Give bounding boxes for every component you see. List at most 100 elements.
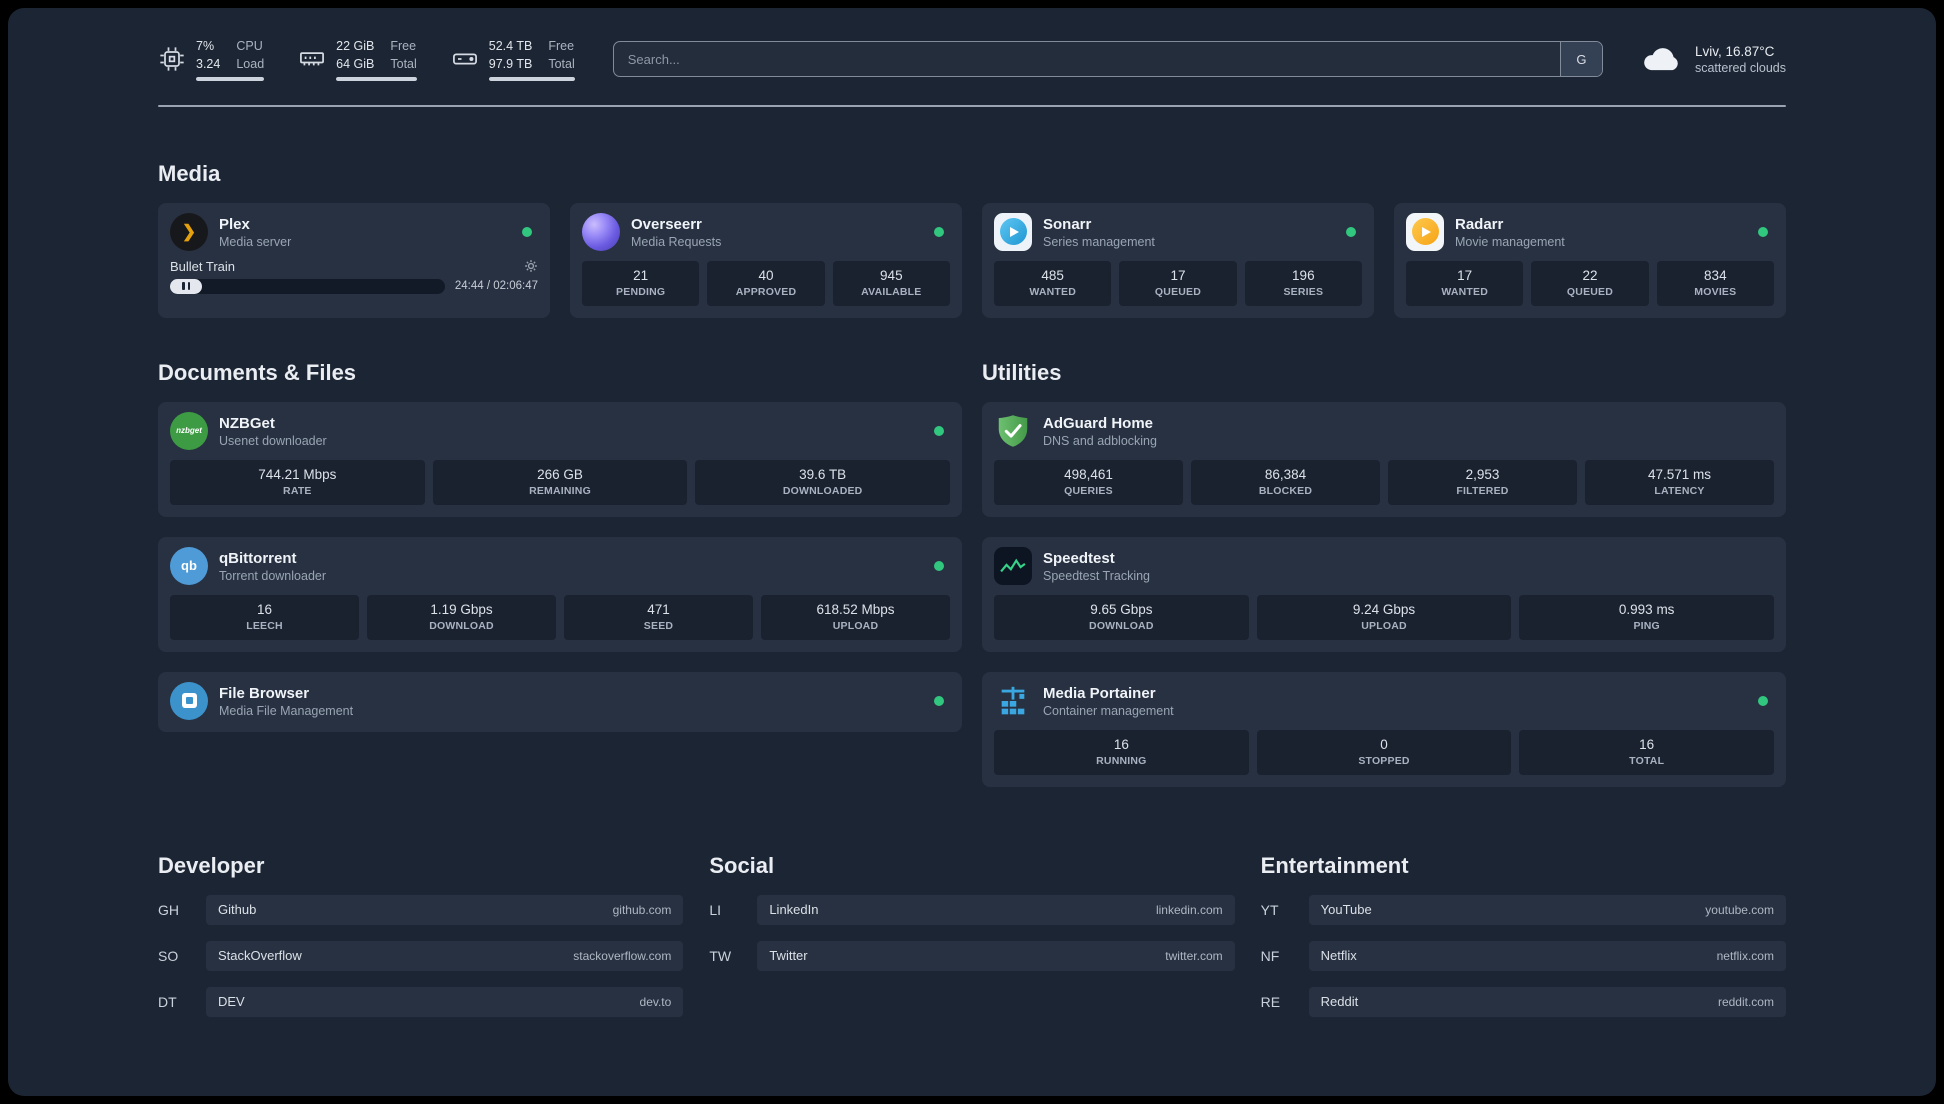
status-dot <box>934 560 944 571</box>
service-card-portainer[interactable]: Media Portainer Container management 16 … <box>982 671 1786 787</box>
bookmark-link[interactable]: YouTube youtube.com <box>1308 894 1786 925</box>
stat-tile: 22 QUEUED <box>1531 260 1649 306</box>
stat-label: AVAILABLE <box>861 285 922 298</box>
disk-meter <box>488 76 575 81</box>
section-title-media: Media <box>158 160 221 186</box>
stat-label: PING <box>1633 619 1660 632</box>
stat-label: BLOCKED <box>1258 484 1313 497</box>
memory-total-value: 64 GiB <box>336 56 375 71</box>
bookmark-abbr: RE <box>1260 993 1281 1010</box>
stat-label: WANTED <box>1441 285 1489 298</box>
status-dot <box>934 425 944 436</box>
stat-tile: 471 SEED <box>564 594 753 640</box>
service-description: Speedtest Tracking <box>1043 569 1151 583</box>
service-description: Series management <box>1043 235 1155 249</box>
stat-tile: 0 STOPPED <box>1256 729 1512 775</box>
stat-value: 498,461 <box>1064 466 1113 482</box>
disk-free-value: 52.4 TB <box>488 39 533 53</box>
stat-value: 17 <box>1170 267 1186 283</box>
settings-gear-icon[interactable] <box>524 259 538 273</box>
service-card-adguard[interactable]: AdGuard Home DNS and adblocking 498,461 … <box>982 401 1786 517</box>
stat-tile: 86,384 BLOCKED <box>1191 459 1380 505</box>
cpu-meter <box>196 76 265 81</box>
bookmark-linkedin: LI LinkedIn linkedin.com <box>709 894 1235 925</box>
stat-value: 0.993 ms <box>1618 601 1675 617</box>
status-dot <box>1346 226 1356 237</box>
status-dot <box>934 226 944 237</box>
stat-tile: 21 PENDING <box>582 260 700 306</box>
bookmark-abbr: GH <box>158 901 179 918</box>
stat-tile: 2,953 FILTERED <box>1388 459 1577 505</box>
service-card-sonarr[interactable]: Sonarr Series management 485 WANTED 17 Q… <box>982 202 1374 318</box>
status-dot <box>1758 226 1768 237</box>
stat-label: FILTERED <box>1456 484 1509 497</box>
stat-tile: 17 QUEUED <box>1119 260 1237 306</box>
stat-label: TOTAL <box>1629 754 1665 767</box>
cpu-usage-label: CPU <box>236 39 263 53</box>
playback-progress-bar[interactable] <box>170 278 445 294</box>
section-title-developer: Developer <box>158 852 265 878</box>
service-description: Torrent downloader <box>219 569 327 583</box>
bookmark-stackoverflow: SO StackOverflow stackoverflow.com <box>158 940 684 971</box>
service-card-speedtest[interactable]: Speedtest Speedtest Tracking 9.65 Gbps D… <box>982 536 1786 652</box>
stat-value: 39.6 TB <box>799 466 847 482</box>
bookmark-link[interactable]: DEV dev.to <box>206 986 684 1017</box>
service-card-overseerr[interactable]: Overseerr Media Requests 21 PENDING 40 A… <box>570 202 962 318</box>
search-provider-button[interactable]: G <box>1559 42 1602 77</box>
memory-meter <box>336 76 417 81</box>
sonarr-icon <box>994 212 1032 251</box>
stat-label: MOVIES <box>1694 285 1737 298</box>
service-card-filebrowser[interactable]: File Browser Media File Management <box>158 671 962 732</box>
bookmark-abbr: DT <box>158 993 177 1010</box>
cpu-load-value: 3.24 <box>196 56 221 71</box>
nzbget-icon: nzbget <box>170 411 208 450</box>
bookmark-dev: DT DEV dev.to <box>158 986 684 1017</box>
stat-value: 2,953 <box>1465 466 1500 482</box>
stat-tile: 744.21 Mbps RATE <box>170 459 425 505</box>
service-card-nzbget[interactable]: nzbget NZBGet Usenet downloader 744.21 M… <box>158 401 962 517</box>
qbittorrent-icon: qb <box>170 546 208 585</box>
now-playing-widget: Bullet Train 24:44 / 02:06:47 <box>170 259 538 294</box>
bookmark-abbr: NF <box>1260 947 1280 964</box>
service-name: Radarr <box>1455 215 1504 233</box>
stat-value: 16 <box>1113 736 1129 752</box>
bookmark-link[interactable]: Netflix netflix.com <box>1308 940 1786 971</box>
disk-drive-icon <box>451 45 479 73</box>
service-description: Movie management <box>1455 235 1565 249</box>
now-playing-title: Bullet Train <box>170 258 236 274</box>
service-card-qbittorrent[interactable]: qb qBittorrent Torrent downloader 16 LEE… <box>158 536 962 652</box>
stat-tile: 40 APPROVED <box>707 260 825 306</box>
bookmark-abbr: YT <box>1260 901 1279 918</box>
disk-total-value: 97.9 TB <box>488 56 533 71</box>
stat-value: 485 <box>1041 267 1064 283</box>
bookmark-reddit: RE Reddit reddit.com <box>1260 986 1786 1017</box>
bookmark-netflix: NF Netflix netflix.com <box>1260 940 1786 971</box>
bookmark-link[interactable]: LinkedIn linkedin.com <box>757 894 1235 925</box>
service-name: Overseerr <box>631 215 702 233</box>
stat-tile: 39.6 TB DOWNLOADED <box>695 459 951 505</box>
stat-tile: 1.19 Gbps DOWNLOAD <box>367 594 556 640</box>
bookmark-link[interactable]: StackOverflow stackoverflow.com <box>206 940 684 971</box>
memory-total-label: Total <box>390 56 417 71</box>
pause-button[interactable] <box>170 278 202 294</box>
header-bar: 7% 3.24 CPU Load 22 GiB 64 GiB Free Tota… <box>158 38 1786 81</box>
search-input[interactable] <box>613 42 1560 77</box>
service-card-radarr[interactable]: Radarr Movie management 17 WANTED 22 QUE… <box>1394 202 1786 318</box>
bookmark-group-developer: Developer GH Github github.com SO StackO… <box>158 852 684 1033</box>
bookmark-link[interactable]: Reddit reddit.com <box>1308 986 1786 1017</box>
stat-label: UPLOAD <box>1361 619 1407 632</box>
bookmark-link[interactable]: Github github.com <box>206 894 684 925</box>
service-description: Media File Management <box>219 704 354 718</box>
stat-label: LATENCY <box>1654 484 1705 497</box>
stat-value: 22 <box>1582 267 1598 283</box>
stat-tile: 485 WANTED <box>994 260 1112 306</box>
stat-value: 17 <box>1457 267 1473 283</box>
bookmark-github: GH Github github.com <box>158 894 684 925</box>
stat-value: 834 <box>1704 267 1727 283</box>
stat-value: 40 <box>758 267 774 283</box>
disk-widget: 52.4 TB 97.9 TB Free Total <box>451 38 575 81</box>
bookmark-link[interactable]: Twitter twitter.com <box>757 940 1235 971</box>
weather-widget: Lviv, 16.87°C scattered clouds <box>1641 41 1786 78</box>
speedtest-icon <box>994 546 1032 585</box>
service-card-plex[interactable]: ❯ Plex Media server Bullet Train 24:44 /… <box>158 202 550 318</box>
